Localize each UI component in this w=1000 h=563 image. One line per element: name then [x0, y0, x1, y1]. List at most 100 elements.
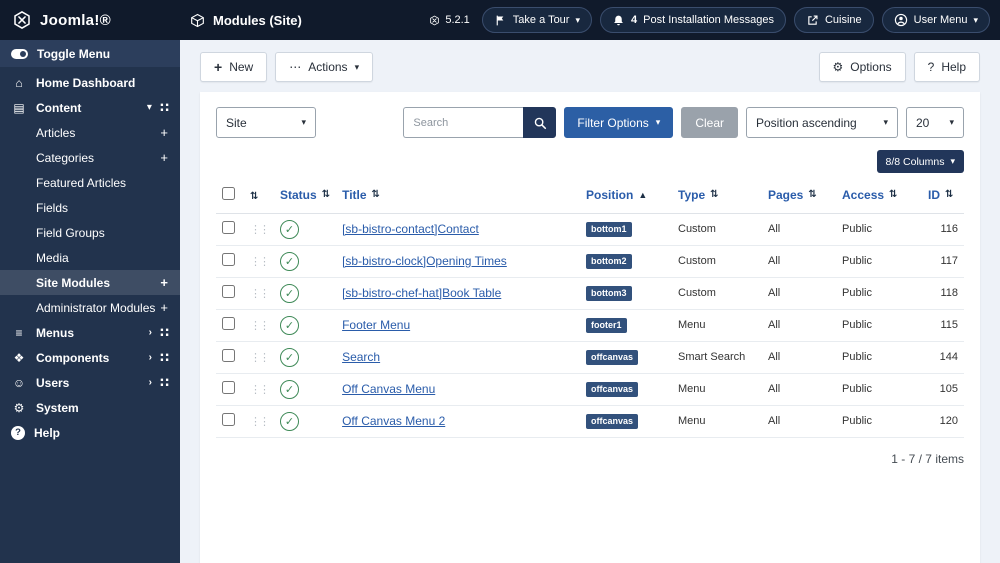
drag-handle-icon[interactable]: ⋮⋮ [250, 416, 270, 428]
help-button[interactable]: ? Help [913, 52, 980, 82]
sidebar-item-system[interactable]: ⚙ System [0, 395, 180, 420]
pages-column-header[interactable]: Pages ⇅ [768, 188, 817, 202]
client-select[interactable]: Site ▾ [216, 107, 316, 138]
search-group [403, 107, 557, 138]
status-column-header[interactable]: Status ⇅ [280, 188, 330, 202]
submenu-item-label: Categories [36, 150, 95, 165]
module-title-link[interactable]: [sb-bistro-chef-hat]Book Table [342, 286, 501, 300]
content-submenu-item[interactable]: Articles + [0, 120, 180, 145]
list-limit-select[interactable]: 20 ▾ [906, 107, 964, 138]
user-circle-icon [894, 13, 908, 27]
content-submenu-item[interactable]: Administrator Modules + [0, 295, 180, 320]
module-title-link[interactable]: Footer Menu [342, 318, 410, 332]
drag-handle-icon[interactable]: ⋮⋮ [250, 256, 270, 268]
row-checkbox[interactable] [222, 317, 235, 330]
drag-handle-icon[interactable]: ⋮⋮ [250, 288, 270, 300]
row-checkbox[interactable] [222, 253, 235, 266]
id-column-header[interactable]: ID ⇅ [928, 188, 953, 202]
clear-button[interactable]: Clear [681, 107, 738, 138]
published-status-button[interactable]: ✓ [280, 219, 299, 239]
module-access: Public [836, 405, 922, 438]
row-checkbox[interactable] [222, 381, 235, 394]
module-access: Public [836, 277, 922, 310]
module-title-link[interactable]: Off Canvas Menu [342, 382, 435, 396]
preview-site-button[interactable]: Cuisine [793, 7, 874, 33]
position-badge: bottom1 [586, 221, 632, 237]
components-dashboard-grid-icon[interactable]: ∷ [160, 350, 169, 366]
title-column-header[interactable]: Title ⇅ [342, 188, 380, 202]
content-submenu-item[interactable]: Fields [0, 195, 180, 220]
module-title-link[interactable]: [sb-bistro-contact]Contact [342, 222, 479, 236]
published-status-button[interactable]: ✓ [280, 379, 299, 399]
chevron-down-icon: ▾ [354, 61, 360, 72]
published-status-button[interactable]: ✓ [280, 411, 299, 431]
joomla-logo[interactable]: Joomla!® [0, 10, 180, 30]
content-dashboard-grid-icon[interactable]: ∷ [160, 100, 169, 116]
content-submenu-item[interactable]: Featured Articles [0, 170, 180, 195]
row-checkbox[interactable] [222, 413, 235, 426]
sidebar-item-home-dashboard[interactable]: ⌂ Home Dashboard [0, 70, 180, 95]
add-new-icon[interactable]: + [160, 300, 168, 315]
sidebar-item-users[interactable]: ☺ Users › ∷ [0, 370, 180, 395]
search-button[interactable] [523, 107, 557, 138]
position-column-header[interactable]: Position ▲ [586, 188, 647, 202]
published-status-button[interactable]: ✓ [280, 315, 299, 335]
search-input[interactable] [403, 107, 524, 138]
drag-handle-icon[interactable]: ⋮⋮ [250, 352, 270, 364]
module-title-link[interactable]: Off Canvas Menu 2 [342, 414, 445, 428]
add-new-icon[interactable]: + [160, 125, 168, 140]
select-all-checkbox[interactable] [222, 186, 235, 200]
sort-order-select[interactable]: Position ascending ▾ [746, 107, 898, 138]
tour-flag-icon [494, 14, 507, 27]
new-button[interactable]: + New [200, 52, 268, 82]
add-new-icon[interactable]: + [160, 150, 168, 165]
chevron-right-icon: › [148, 376, 152, 388]
access-column-header[interactable]: Access ⇅ [842, 188, 897, 202]
drag-handle-icon[interactable]: ⋮⋮ [250, 224, 270, 236]
published-status-button[interactable]: ✓ [280, 283, 299, 303]
position-badge: offcanvas [586, 349, 639, 365]
row-checkbox[interactable] [222, 285, 235, 298]
joomla-wordmark: Joomla!® [40, 11, 111, 29]
take-a-tour-button[interactable]: Take a Tour ▾ [481, 7, 592, 33]
actions-button[interactable]: ⋯ Actions ▾ [275, 52, 374, 82]
chevron-down-icon: ▾ [883, 117, 888, 127]
toggle-menu-button[interactable]: Toggle Menu [0, 40, 180, 67]
menus-dashboard-grid-icon[interactable]: ∷ [160, 325, 169, 341]
content-submenu-item[interactable]: Media [0, 245, 180, 270]
module-type: Menu [672, 373, 762, 406]
published-status-button[interactable]: ✓ [280, 347, 299, 367]
published-status-button[interactable]: ✓ [280, 251, 299, 271]
user-menu-button[interactable]: User Menu ▾ [881, 7, 990, 33]
toolbar: + New ⋯ Actions ▾ ⚙ Options ? Help [200, 50, 980, 92]
toggle-menu-icon [11, 48, 28, 59]
sidebar-item-components[interactable]: ❖ Components › ∷ [0, 345, 180, 370]
type-column-header[interactable]: Type ⇅ [678, 188, 719, 202]
site-name-label: Cuisine [824, 14, 862, 26]
submenu-item-label: Articles [36, 125, 76, 140]
submenu-item-label: Administrator Modules [36, 300, 156, 315]
content-submenu-item[interactable]: Field Groups [0, 220, 180, 245]
add-new-icon[interactable]: + [160, 275, 168, 290]
drag-handle-icon[interactable]: ⋮⋮ [250, 384, 270, 396]
filter-options-button[interactable]: Filter Options ▾ [564, 107, 674, 138]
post-installation-messages-button[interactable]: 4 Post Installation Messages [600, 7, 786, 33]
content-submenu-item[interactable]: Categories + [0, 145, 180, 170]
content-submenu-item[interactable]: Site Modules + [0, 270, 180, 295]
module-id: 120 [922, 405, 964, 438]
row-checkbox[interactable] [222, 349, 235, 362]
options-button[interactable]: ⚙ Options [818, 52, 906, 82]
sidebar-item-help[interactable]: ? Help [0, 420, 180, 445]
modules-list-card: Site ▾ Filter Options ▾ Clear Position a… [200, 92, 980, 563]
columns-toggle-button[interactable]: 8/8 Columns ▾ [876, 150, 964, 173]
sidebar-item-menus[interactable]: ≡ Menus › ∷ [0, 320, 180, 345]
module-title-link[interactable]: Search [342, 350, 380, 364]
ordering-sort-header[interactable]: ⇅ [250, 191, 258, 202]
drag-handle-icon[interactable]: ⋮⋮ [250, 320, 270, 332]
module-title-link[interactable]: [sb-bistro-clock]Opening Times [342, 254, 507, 268]
chevron-down-icon: ▾ [146, 101, 152, 113]
row-checkbox[interactable] [222, 221, 235, 234]
sidebar-item-content[interactable]: ▤ Content ▾ ∷ [0, 95, 180, 120]
users-dashboard-grid-icon[interactable]: ∷ [160, 375, 169, 391]
external-link-icon [806, 14, 819, 27]
